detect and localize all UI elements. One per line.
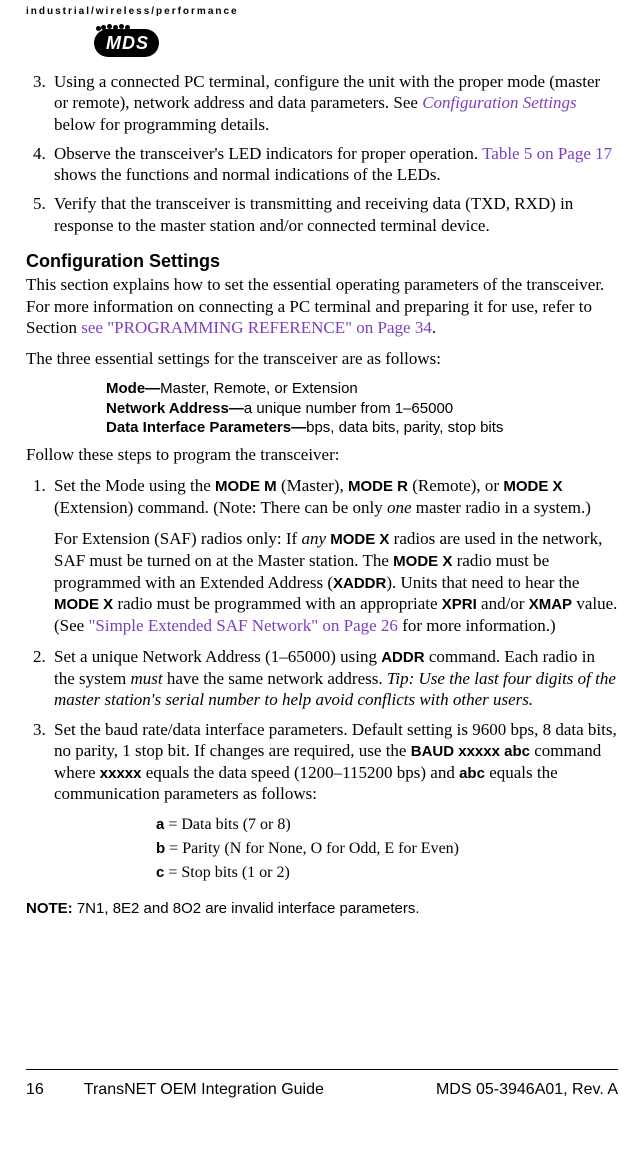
param-row: b = Parity (N for None, O for Odd, E for… [156, 837, 618, 861]
programming-reference-link[interactable]: see "PROGRAMMING REFERENCE" on Page 34 [81, 318, 432, 337]
command-code: MODE X [54, 596, 113, 613]
command-code: XADDR [333, 575, 386, 592]
param-text: = Data bits (7 or 8) [164, 816, 290, 833]
text: (Remote), or [408, 476, 503, 495]
text: below for programming details. [54, 115, 269, 134]
command-code: ADDR [381, 649, 424, 666]
command-code: MODE X [393, 553, 452, 570]
text: for more information.) [398, 616, 556, 635]
label: Mode— [106, 380, 160, 397]
command-code: xxxxx [100, 765, 142, 782]
logo-container: MDS [94, 29, 618, 58]
value: bps, data bits, parity, stop bits [306, 419, 503, 436]
config-settings-link[interactable]: Configuration Settings [422, 93, 576, 112]
command-code: MODE R [348, 478, 408, 495]
param-row: a = Data bits (7 or 8) [156, 813, 618, 837]
section-heading: Configuration Settings [26, 250, 618, 273]
list-item: Observe the transceiver's LED indicators… [50, 143, 618, 186]
setting-row: Data Interface Parameters—bps, data bits… [106, 418, 618, 438]
text: ). Units that need to hear the [386, 573, 579, 592]
emphasis: must [131, 669, 163, 688]
setting-row: Mode—Master, Remote, or Extension [106, 379, 618, 399]
emphasis: one [387, 498, 412, 517]
list-item: Using a connected PC terminal, configure… [50, 71, 618, 135]
param-row: c = Stop bits (1 or 2) [156, 861, 618, 885]
text: and/or [477, 594, 529, 613]
page-footer: 16 TransNET OEM Integration Guide MDS 05… [26, 1069, 618, 1100]
text: Set a unique Network Address (1–65000) u… [54, 647, 381, 666]
paragraph: Set the Mode using the MODE M (Master), … [54, 475, 618, 518]
text: shows the functions and normal indicatio… [54, 165, 441, 184]
text: (Master), [277, 476, 348, 495]
command-code: BAUD xxxxx abc [411, 743, 530, 760]
command-code: MODE M [215, 478, 277, 495]
paragraph: This section explains how to set the ess… [26, 274, 618, 338]
paragraph: For Extension (SAF) radios only: If any … [54, 528, 618, 636]
saf-network-link[interactable]: "Simple Extended SAF Network" on Page 26 [88, 616, 397, 635]
paragraph: Follow these steps to program the transc… [26, 444, 618, 465]
setting-row: Network Address—a unique number from 1–6… [106, 399, 618, 419]
essential-settings-block: Mode—Master, Remote, or Extension Networ… [106, 379, 618, 438]
list-item: Set the Mode using the MODE M (Master), … [50, 475, 618, 636]
param-code: b [156, 840, 165, 857]
text: equals the data speed (1200–115200 bps) … [142, 763, 460, 782]
value: Master, Remote, or Extension [160, 380, 358, 397]
text: . [432, 318, 436, 337]
text: have the same network address. [163, 669, 387, 688]
list-item: Set the baud rate/data interface paramet… [50, 719, 618, 805]
text: Observe the transceiver's LED indicators… [54, 144, 482, 163]
programming-steps-list: Set the Mode using the MODE M (Master), … [26, 475, 618, 805]
command-code: XPRI [442, 596, 477, 613]
list-item: Verify that the transceiver is transmitt… [50, 193, 618, 236]
value: a unique number from 1–65000 [244, 400, 453, 417]
table5-link[interactable]: Table 5 on Page 17 [482, 144, 612, 163]
page-number: 16 [26, 1080, 44, 1100]
document-page: industrial/wireless/performance MDS Usin… [0, 0, 644, 1120]
text: radio must be programmed with an appropr… [113, 594, 442, 613]
command-code: abc [459, 765, 485, 782]
revision-info: MDS 05-3946A01, Rev. A [436, 1080, 618, 1100]
command-code: MODE X [330, 531, 389, 548]
label: Data Interface Parameters— [106, 419, 306, 436]
emphasis: any [301, 529, 326, 548]
label: Network Address— [106, 400, 244, 417]
text: master radio in a system.) [412, 498, 591, 517]
paragraph: The three essential settings for the tra… [26, 348, 618, 369]
mds-logo: MDS [94, 29, 159, 58]
command-code: XMAP [529, 596, 572, 613]
header-tagline: industrial/wireless/performance [26, 6, 618, 19]
note-text: 7N1, 8E2 and 8O2 are invalid interface p… [73, 900, 420, 917]
continued-procedure-list: Using a connected PC terminal, configure… [26, 71, 618, 236]
note-label: NOTE: [26, 900, 73, 917]
param-text: = Stop bits (1 or 2) [164, 864, 289, 881]
text: For Extension (SAF) radios only: If [54, 529, 301, 548]
command-code: MODE X [503, 478, 562, 495]
note: NOTE: 7N1, 8E2 and 8O2 are invalid inter… [26, 897, 618, 919]
text: Verify that the transceiver is transmitt… [54, 194, 573, 234]
param-text: = Parity (N for None, O for Odd, E for E… [165, 840, 459, 857]
document-title: TransNET OEM Integration Guide [84, 1080, 324, 1100]
text: (Extension) command. (Note: There can be… [54, 498, 387, 517]
text: Set the Mode using the [54, 476, 215, 495]
abc-parameters-block: a = Data bits (7 or 8) b = Parity (N for… [156, 813, 618, 885]
list-item: Set a unique Network Address (1–65000) u… [50, 646, 618, 710]
